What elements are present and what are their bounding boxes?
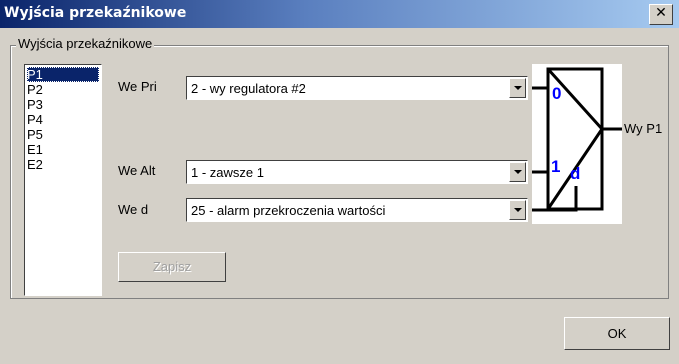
window-title: Wyjścia przekaźnikowe	[4, 5, 187, 21]
pin-d-label: d	[570, 164, 581, 183]
save-button-label: Zapisz	[152, 259, 192, 274]
output-label: Wy P1	[624, 121, 663, 136]
list-item-e1[interactable]: E1	[27, 142, 99, 157]
ok-button[interactable]: OK	[564, 317, 670, 350]
outputs-listbox[interactable]: P1 P2 P3 P4 P5 E1 E2	[24, 64, 102, 296]
mux-diagram-svg	[532, 67, 622, 212]
we-d-select[interactable]: 25 - alarm przekroczenia wartości	[186, 198, 528, 222]
title-bar[interactable]: Wyjścia przekaźnikowe ✕	[0, 0, 679, 28]
list-item-e2[interactable]: E2	[27, 157, 99, 172]
list-item-p3[interactable]: P3	[27, 97, 99, 112]
list-item-p4[interactable]: P4	[27, 112, 99, 127]
group-legend: Wyjścia przekaźnikowe	[16, 36, 155, 51]
pin-0-label: 0	[552, 84, 562, 103]
close-button[interactable]: ✕	[649, 4, 673, 25]
we-pri-label: We Pri	[118, 79, 157, 94]
we-pri-value: 2 - wy regulatora #2	[191, 81, 306, 96]
close-icon: ✕	[655, 5, 667, 21]
pin-1-label: 1	[551, 157, 561, 176]
ok-button-label: OK	[607, 326, 627, 341]
we-d-label: We d	[118, 202, 149, 217]
we-alt-dropdown-button[interactable]	[509, 162, 526, 182]
we-alt-select[interactable]: 1 - zawsze 1	[186, 160, 528, 184]
list-item-p2[interactable]: P2	[27, 82, 99, 97]
we-d-dropdown-button[interactable]	[509, 200, 526, 220]
list-item-p1[interactable]: P1	[27, 67, 99, 82]
list-item-p5[interactable]: P5	[27, 127, 99, 142]
we-pri-dropdown-button[interactable]	[509, 78, 526, 98]
save-button[interactable]: Zapisz	[118, 252, 226, 282]
relay-mux-diagram: 0 1 d	[532, 64, 622, 224]
we-d-value: 25 - alarm przekroczenia wartości	[191, 203, 386, 218]
we-alt-value: 1 - zawsze 1	[191, 165, 264, 180]
we-alt-label: We Alt	[118, 163, 156, 178]
dialog-window: Wyjścia przekaźnikowe ✕ Wyjścia przekaźn…	[0, 0, 679, 364]
we-pri-select[interactable]: 2 - wy regulatora #2	[186, 76, 528, 100]
